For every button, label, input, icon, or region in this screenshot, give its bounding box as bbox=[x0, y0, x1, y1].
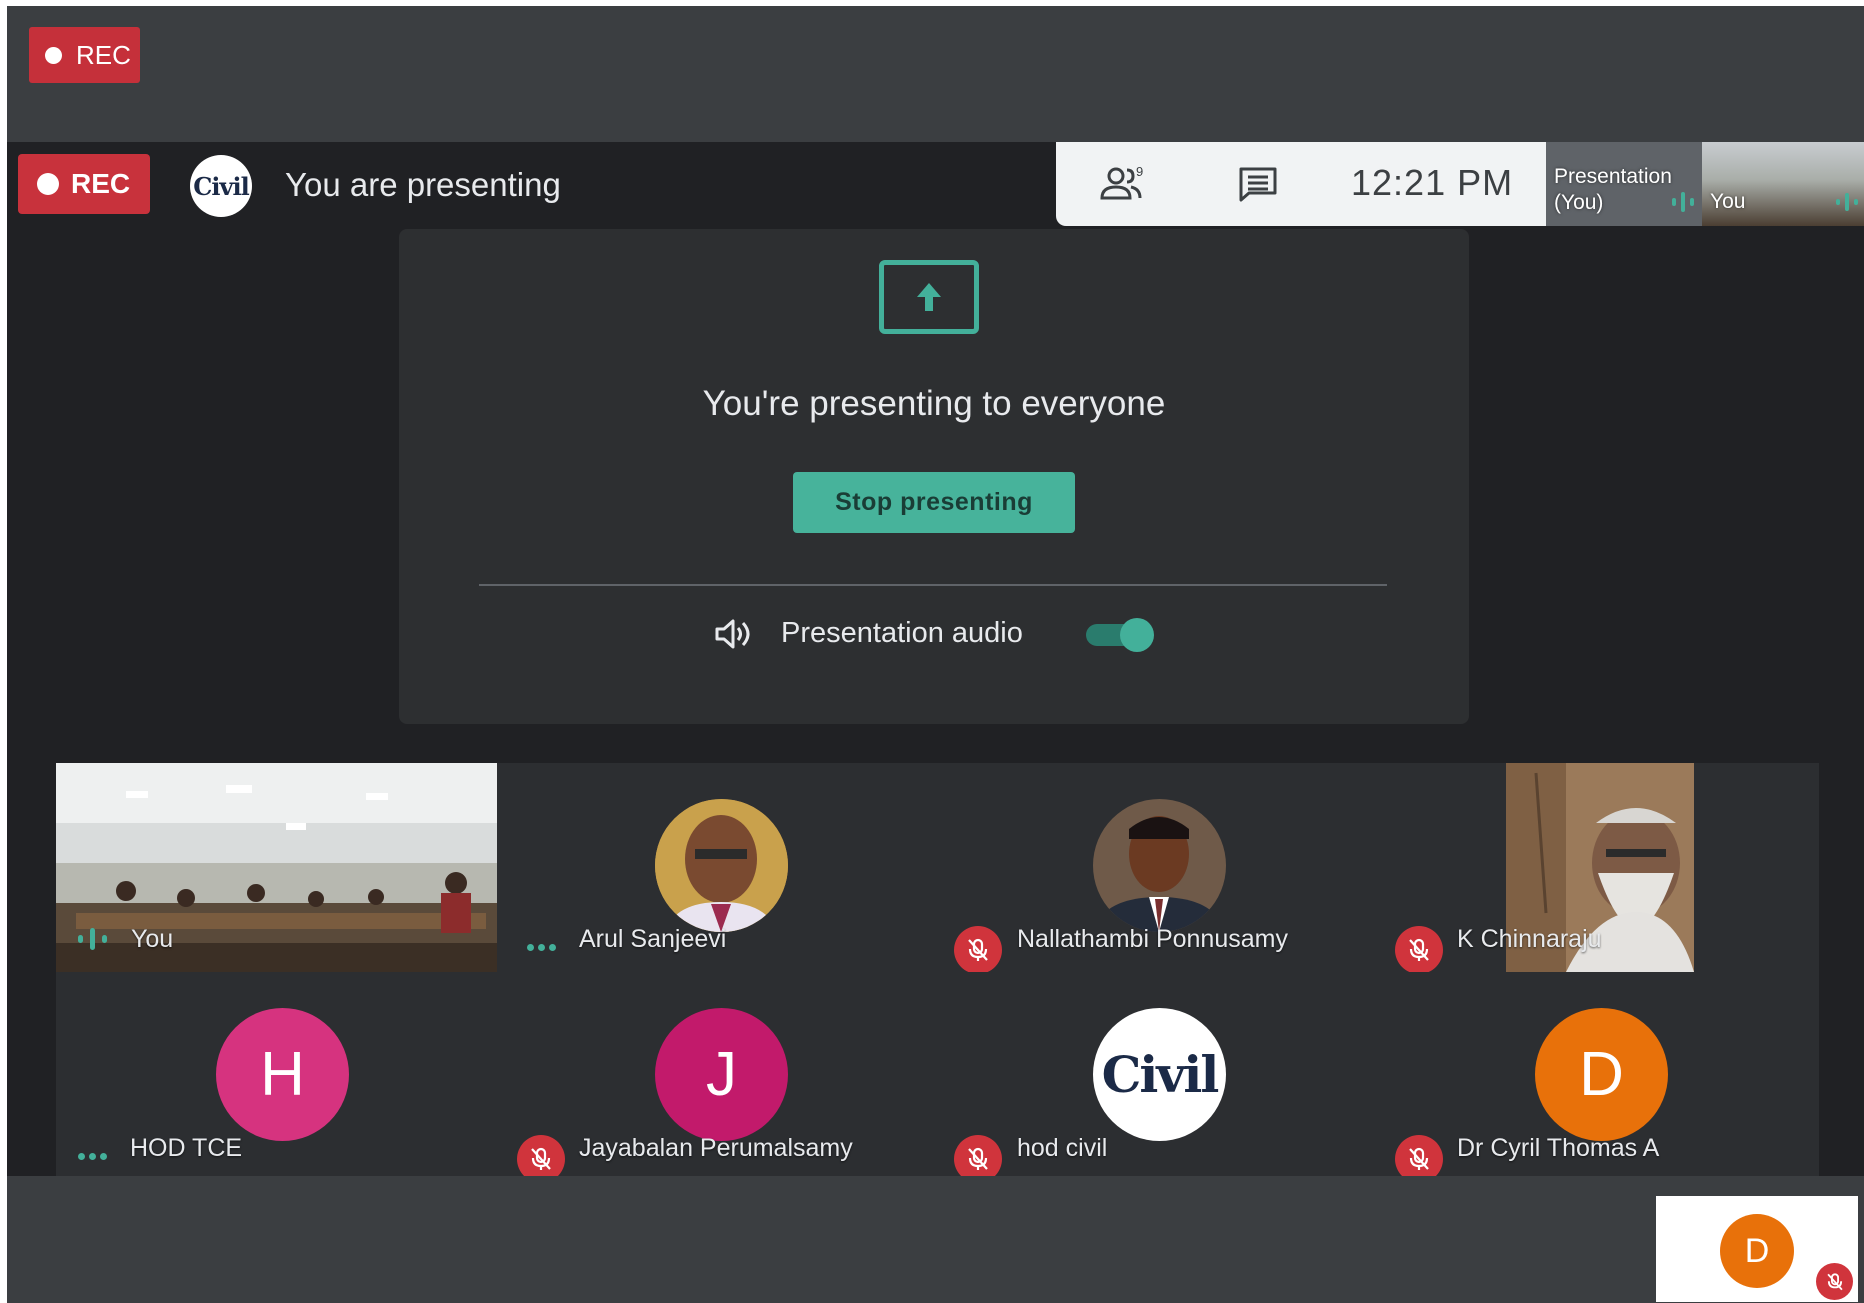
self-thumbnail-label: You bbox=[1710, 190, 1746, 213]
mic-off-icon bbox=[968, 938, 988, 961]
chat-icon bbox=[1239, 167, 1277, 202]
self-video-thumbnail[interactable]: You bbox=[1702, 142, 1864, 226]
meeting-recording-badge[interactable]: REC bbox=[18, 154, 150, 214]
mic-off-icon bbox=[1826, 1272, 1843, 1290]
muted-badge bbox=[1395, 926, 1443, 972]
presentation-thumbnail-label: Presentation (You) bbox=[1554, 164, 1672, 216]
meeting-recording-label: REC bbox=[71, 168, 131, 199]
presenting-status: You are presenting bbox=[285, 166, 561, 203]
participant-tile-hod-civil[interactable]: Civil hod civil bbox=[937, 972, 1378, 1176]
recording-label: REC bbox=[76, 39, 131, 70]
screen-frame: REC REC Civil You are presenting 9 12:21… bbox=[7, 6, 1864, 1303]
muted-badge bbox=[954, 1135, 1002, 1176]
audio-level-icon bbox=[1672, 192, 1694, 212]
people-icon: 9 bbox=[1100, 164, 1143, 200]
people-button[interactable]: 9 bbox=[1098, 160, 1150, 208]
presentation-audio-label: Presentation audio bbox=[781, 617, 1023, 649]
participant-tile-cyril-thomas[interactable]: D Dr Cyril Thomas A bbox=[1378, 972, 1819, 1176]
more-options-icon[interactable] bbox=[78, 1153, 107, 1160]
stop-presenting-button[interactable]: Stop presenting bbox=[793, 472, 1075, 533]
svg-text:9: 9 bbox=[1136, 164, 1143, 179]
participant-name: You bbox=[131, 925, 174, 953]
muted-badge bbox=[517, 1135, 565, 1176]
participant-tile-jayabalan[interactable]: J Jayabalan Perumalsamy bbox=[497, 972, 937, 1176]
participant-tile-arul-sanjeevi[interactable]: Arul Sanjeevi bbox=[497, 763, 937, 972]
arrow-up-icon bbox=[917, 283, 941, 311]
participant-tile-nallathambi[interactable]: Nallathambi Ponnusamy bbox=[937, 763, 1378, 972]
participant-name: Jayabalan Perumalsamy bbox=[579, 1134, 853, 1162]
divider bbox=[479, 584, 1387, 586]
mic-off-icon bbox=[1409, 938, 1429, 961]
participant-avatar: H bbox=[216, 1008, 349, 1141]
participant-tile-hod-tce[interactable]: H HOD TCE bbox=[56, 972, 497, 1176]
self-muted-badge[interactable] bbox=[1816, 1263, 1853, 1300]
top-toolbar: 9 12:21 PM bbox=[1056, 142, 1546, 226]
presentation-audio-row: Presentation audio bbox=[399, 609, 1469, 659]
participant-name: K Chinnaraju bbox=[1457, 925, 1602, 953]
participant-avatar: Civil bbox=[1093, 1008, 1226, 1141]
present-screen-icon bbox=[879, 260, 979, 334]
participant-name: HOD TCE bbox=[130, 1134, 243, 1162]
muted-badge bbox=[1395, 1135, 1443, 1176]
chat-button[interactable] bbox=[1232, 160, 1284, 208]
person-photo bbox=[655, 799, 788, 932]
participant-name: Nallathambi Ponnusamy bbox=[1017, 925, 1288, 953]
audio-level-icon bbox=[1836, 193, 1858, 211]
meeting-clock: 12:21 PM bbox=[1351, 162, 1514, 203]
participant-name: Arul Sanjeevi bbox=[579, 925, 727, 953]
classroom-video bbox=[56, 763, 497, 972]
mic-off-icon bbox=[968, 1147, 988, 1170]
record-dot-icon bbox=[37, 173, 59, 195]
presenting-card: You're presenting to everyone Stop prese… bbox=[399, 229, 1469, 724]
participant-tile-you[interactable]: You bbox=[56, 763, 497, 972]
meeting-logo: Civil bbox=[190, 155, 252, 217]
presentation-thumbnail-line2: (You) bbox=[1554, 191, 1604, 214]
presentation-audio-toggle[interactable] bbox=[1086, 618, 1154, 652]
participant-avatar: J bbox=[655, 1008, 788, 1141]
record-dot-icon bbox=[45, 46, 62, 64]
mic-off-icon bbox=[1409, 1147, 1429, 1170]
self-avatar: D bbox=[1720, 1214, 1794, 1288]
participant-avatar bbox=[1093, 799, 1226, 932]
participant-tile-k-chinnaraju[interactable]: K Chinnaraju bbox=[1378, 763, 1819, 972]
participant-avatar bbox=[655, 799, 788, 932]
speaker-icon bbox=[715, 619, 750, 649]
mic-off-icon bbox=[531, 1147, 551, 1170]
more-options-icon[interactable] bbox=[527, 944, 556, 951]
presentation-thumbnail-line1: Presentation bbox=[1554, 165, 1672, 188]
recording-badge: REC bbox=[29, 27, 140, 83]
presentation-thumbnail[interactable]: Presentation (You) bbox=[1546, 142, 1702, 226]
participant-avatar: D bbox=[1535, 1008, 1668, 1141]
participant-name: hod civil bbox=[1017, 1134, 1108, 1162]
presenting-message: You're presenting to everyone bbox=[702, 384, 1166, 423]
audio-level-icon bbox=[78, 928, 107, 950]
person-photo bbox=[1093, 799, 1226, 932]
self-view-preview[interactable]: D bbox=[1656, 1196, 1858, 1302]
toggle-knob bbox=[1120, 618, 1154, 652]
logo-text: Civil bbox=[193, 171, 249, 201]
muted-badge bbox=[954, 926, 1002, 972]
participant-name: Dr Cyril Thomas A bbox=[1457, 1134, 1660, 1162]
meeting-window: REC Civil You are presenting 9 12:21 PM … bbox=[7, 142, 1864, 1176]
